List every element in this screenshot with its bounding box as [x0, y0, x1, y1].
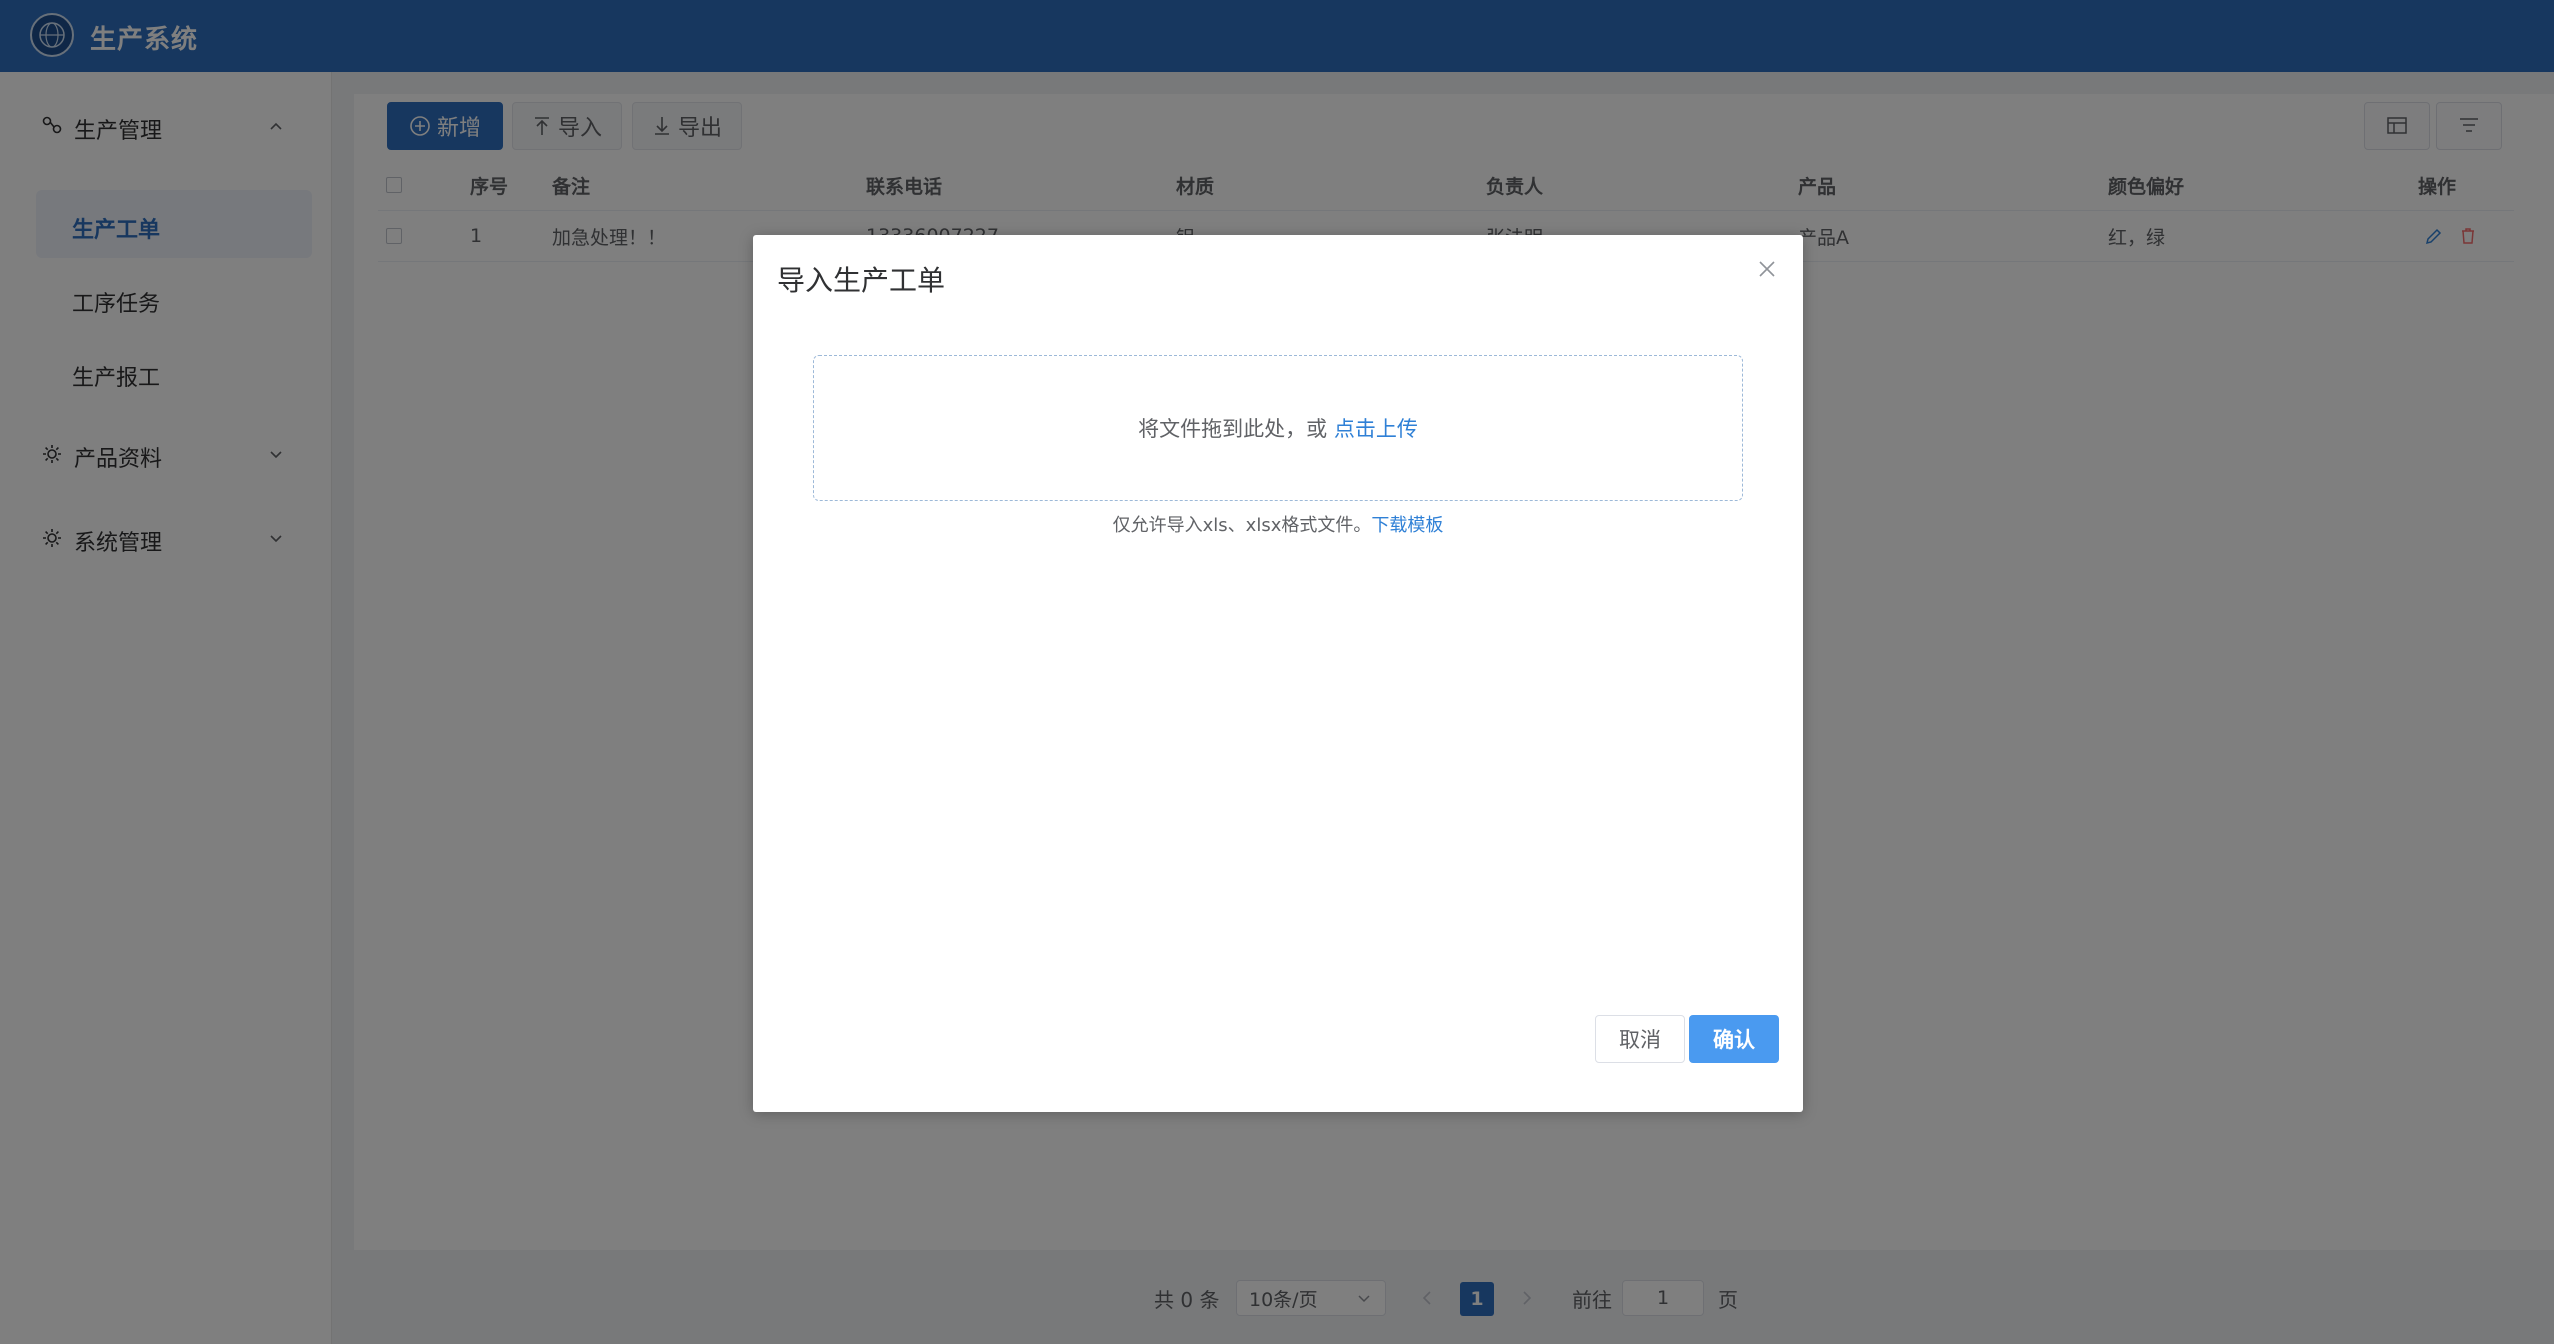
dialog-title: 导入生产工单 — [777, 264, 946, 297]
upload-tip: 仅允许导入xls、xlsx格式文件。下载模板 — [753, 511, 1803, 537]
confirm-button[interactable]: 确认 — [1689, 1015, 1779, 1063]
upload-tip-text: 仅允许导入xls、xlsx格式文件。 — [1112, 515, 1372, 536]
click-upload-link[interactable]: 点击上传 — [1334, 413, 1418, 443]
download-template-link[interactable]: 下载模板 — [1371, 515, 1443, 536]
close-icon[interactable] — [1755, 257, 1779, 281]
file-dropzone[interactable]: 将文件拖到此处，或 点击上传 — [813, 355, 1743, 501]
dropzone-text: 将文件拖到此处，或 — [1138, 417, 1328, 441]
cancel-button[interactable]: 取消 — [1595, 1015, 1685, 1063]
import-dialog: 导入生产工单 将文件拖到此处，或 点击上传 仅允许导入xls、xlsx格式文件。… — [753, 235, 1803, 1112]
